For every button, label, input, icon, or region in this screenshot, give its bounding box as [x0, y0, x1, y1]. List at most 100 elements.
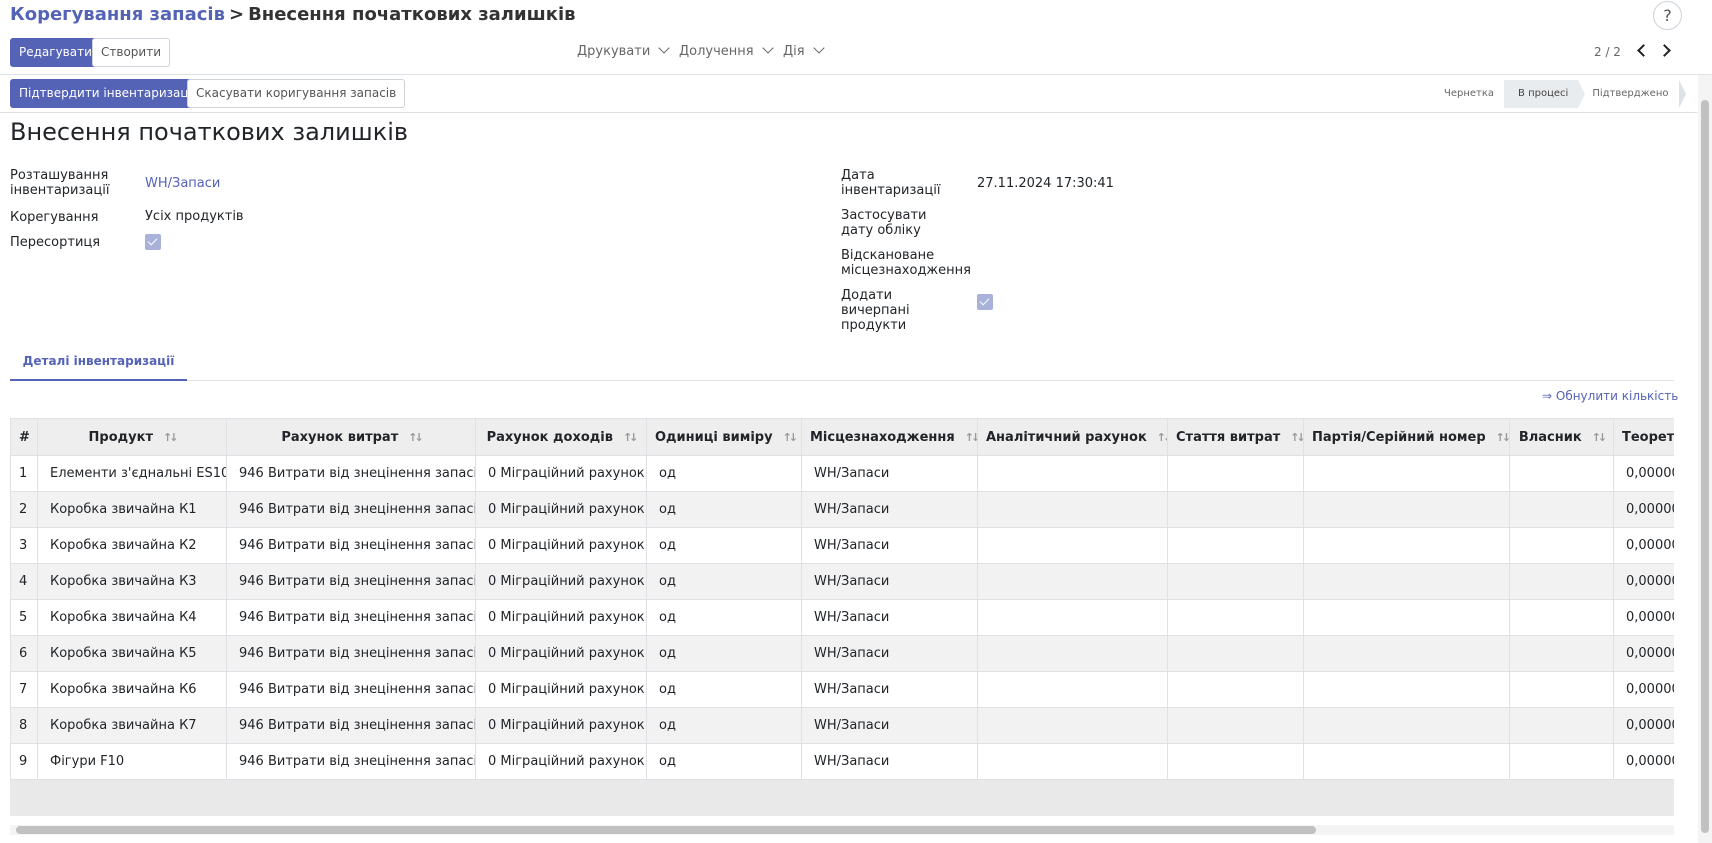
uom-cell[interactable]: од [646, 563, 802, 600]
expense-account-cell[interactable]: 946 Витрати від знецінення запасів [226, 635, 476, 672]
column-header-expense-account[interactable]: Рахунок витрат ↑↓ [226, 418, 476, 456]
lot-serial-cell[interactable] [1303, 455, 1510, 492]
owner-cell[interactable] [1509, 491, 1614, 528]
expense-account-cell[interactable]: 946 Витрати від знецінення запасів [226, 743, 476, 780]
action-dropdown[interactable]: Дія [783, 42, 825, 59]
pager-value[interactable]: 2 / 2 [1594, 45, 1621, 59]
column-header-theoretical[interactable]: Теоретична [1613, 418, 1674, 456]
column-header-product[interactable]: Продукт ↑↓ [37, 418, 227, 456]
cost-item-cell[interactable] [1167, 455, 1304, 492]
expense-account-cell[interactable]: 946 Витрати від знецінення запасів [226, 455, 476, 492]
stage-confirmed[interactable]: Підтверджено [1578, 80, 1686, 108]
vertical-scrollbar[interactable] [1698, 75, 1712, 843]
analytic-account-cell[interactable] [977, 743, 1168, 780]
analytic-account-cell[interactable] [977, 491, 1168, 528]
product-cell[interactable]: Коробка звичайна К5 [37, 635, 227, 672]
exhausted-products-checkbox[interactable] [977, 294, 993, 310]
income-account-cell[interactable]: 0 Міграційний рахунок [475, 599, 647, 636]
location-cell[interactable]: WH/Запаси [801, 563, 978, 600]
cost-item-cell[interactable] [1167, 491, 1304, 528]
column-header-owner[interactable]: Власник ↑↓ [1509, 418, 1614, 456]
location-cell[interactable]: WH/Запаси [801, 527, 978, 564]
uom-cell[interactable]: од [646, 491, 802, 528]
expense-account-cell[interactable]: 946 Витрати від знецінення запасів [226, 671, 476, 708]
analytic-account-cell[interactable] [977, 671, 1168, 708]
owner-cell[interactable] [1509, 527, 1614, 564]
column-header-lot-serial[interactable]: Партія/Серійний номер ↑↓ [1303, 418, 1510, 456]
help-button[interactable]: ? [1653, 1, 1682, 30]
product-cell[interactable]: Коробка звичайна К3 [37, 563, 227, 600]
vertical-scrollbar-thumb[interactable] [1701, 100, 1709, 833]
product-cell[interactable]: Коробка звичайна К4 [37, 599, 227, 636]
column-header-location[interactable]: Місцезнаходження ↑↓ [801, 418, 978, 456]
location-value[interactable]: WH/Запаси [145, 176, 220, 191]
table-row[interactable]: 1 Елементи з'єднальні ES10 946 Витрати від… [10, 455, 1674, 492]
analytic-account-cell[interactable] [977, 563, 1168, 600]
tab-inventory-details[interactable]: Деталі інвентаризації [10, 345, 187, 381]
chevron-right-icon[interactable] [1658, 44, 1671, 57]
expense-account-cell[interactable]: 946 Витрати від знецінення запасів [226, 707, 476, 744]
expense-account-cell[interactable]: 946 Витрати від знецінення запасів [226, 599, 476, 636]
owner-cell[interactable] [1509, 455, 1614, 492]
date-value[interactable]: 27.11.2024 17:30:41 [977, 176, 1114, 191]
income-account-cell[interactable]: 0 Міграційний рахунок [475, 671, 647, 708]
lot-serial-cell[interactable] [1303, 527, 1510, 564]
reset-quantity-link[interactable]: ⇒ Обнулити кількість [1542, 389, 1678, 403]
horizontal-scrollbar-thumb[interactable] [16, 826, 1316, 834]
lot-serial-cell[interactable] [1303, 599, 1510, 636]
owner-cell[interactable] [1509, 671, 1614, 708]
product-cell[interactable]: Коробка звичайна К7 [37, 707, 227, 744]
owner-cell[interactable] [1509, 599, 1614, 636]
uom-cell[interactable]: од [646, 455, 802, 492]
owner-cell[interactable] [1509, 707, 1614, 744]
resort-checkbox[interactable] [145, 234, 161, 250]
cost-item-cell[interactable] [1167, 635, 1304, 672]
uom-cell[interactable]: од [646, 707, 802, 744]
location-cell[interactable]: WH/Запаси [801, 599, 978, 636]
product-cell[interactable]: Коробка звичайна К1 [37, 491, 227, 528]
expense-account-cell[interactable]: 946 Витрати від знецінення запасів [226, 491, 476, 528]
owner-cell[interactable] [1509, 743, 1614, 780]
stage-draft[interactable]: Чернетка [1430, 80, 1512, 108]
analytic-account-cell[interactable] [977, 527, 1168, 564]
edit-button[interactable]: Редагувати [10, 38, 101, 67]
product-cell[interactable]: Коробка звичайна К6 [37, 671, 227, 708]
income-account-cell[interactable]: 0 Міграційний рахунок [475, 707, 647, 744]
location-cell[interactable]: WH/Запаси [801, 743, 978, 780]
horizontal-scrollbar[interactable] [10, 825, 1674, 835]
analytic-account-cell[interactable] [977, 599, 1168, 636]
breadcrumb-parent-link[interactable]: Корегування запасів [10, 4, 225, 25]
table-row[interactable]: 6 Коробка звичайна К5 946 Витрати від знец… [10, 635, 1674, 672]
income-account-cell[interactable]: 0 Міграційний рахунок [475, 743, 647, 780]
income-account-cell[interactable]: 0 Міграційний рахунок [475, 563, 647, 600]
expense-account-cell[interactable]: 946 Витрати від знецінення запасів [226, 563, 476, 600]
cost-item-cell[interactable] [1167, 743, 1304, 780]
location-cell[interactable]: WH/Запаси [801, 671, 978, 708]
lot-serial-cell[interactable] [1303, 671, 1510, 708]
owner-cell[interactable] [1509, 563, 1614, 600]
table-row[interactable]: 8 Коробка звичайна К7 946 Витрати від знец… [10, 707, 1674, 744]
location-cell[interactable]: WH/Запаси [801, 491, 978, 528]
lot-serial-cell[interactable] [1303, 491, 1510, 528]
location-cell[interactable]: WH/Запаси [801, 455, 978, 492]
create-button[interactable]: Створити [92, 38, 170, 67]
location-cell[interactable]: WH/Запаси [801, 707, 978, 744]
column-header-income-account[interactable]: Рахунок доходів ↑↓ [475, 418, 647, 456]
table-row[interactable]: 2 Коробка звичайна К1 946 Витрати від знец… [10, 491, 1674, 528]
print-dropdown[interactable]: Друкувати [577, 42, 670, 59]
cancel-adjustment-button[interactable]: Скасувати коригування запасів [187, 79, 406, 108]
chevron-left-icon[interactable] [1637, 44, 1650, 57]
stage-in-progress[interactable]: В процесі [1504, 80, 1586, 108]
income-account-cell[interactable]: 0 Міграційний рахунок [475, 455, 647, 492]
confirm-inventory-button[interactable]: Підтвердити інвентаризацію [10, 79, 211, 108]
cost-item-cell[interactable] [1167, 599, 1304, 636]
product-cell[interactable]: Коробка звичайна К2 [37, 527, 227, 564]
analytic-account-cell[interactable] [977, 635, 1168, 672]
analytic-account-cell[interactable] [977, 707, 1168, 744]
column-header-analytic-account[interactable]: Аналітичний рахунок ↑↓ [977, 418, 1168, 456]
lot-serial-cell[interactable] [1303, 743, 1510, 780]
analytic-account-cell[interactable] [977, 455, 1168, 492]
table-row[interactable]: 5 Коробка звичайна К4 946 Витрати від знец… [10, 599, 1674, 636]
lot-serial-cell[interactable] [1303, 707, 1510, 744]
income-account-cell[interactable]: 0 Міграційний рахунок [475, 635, 647, 672]
